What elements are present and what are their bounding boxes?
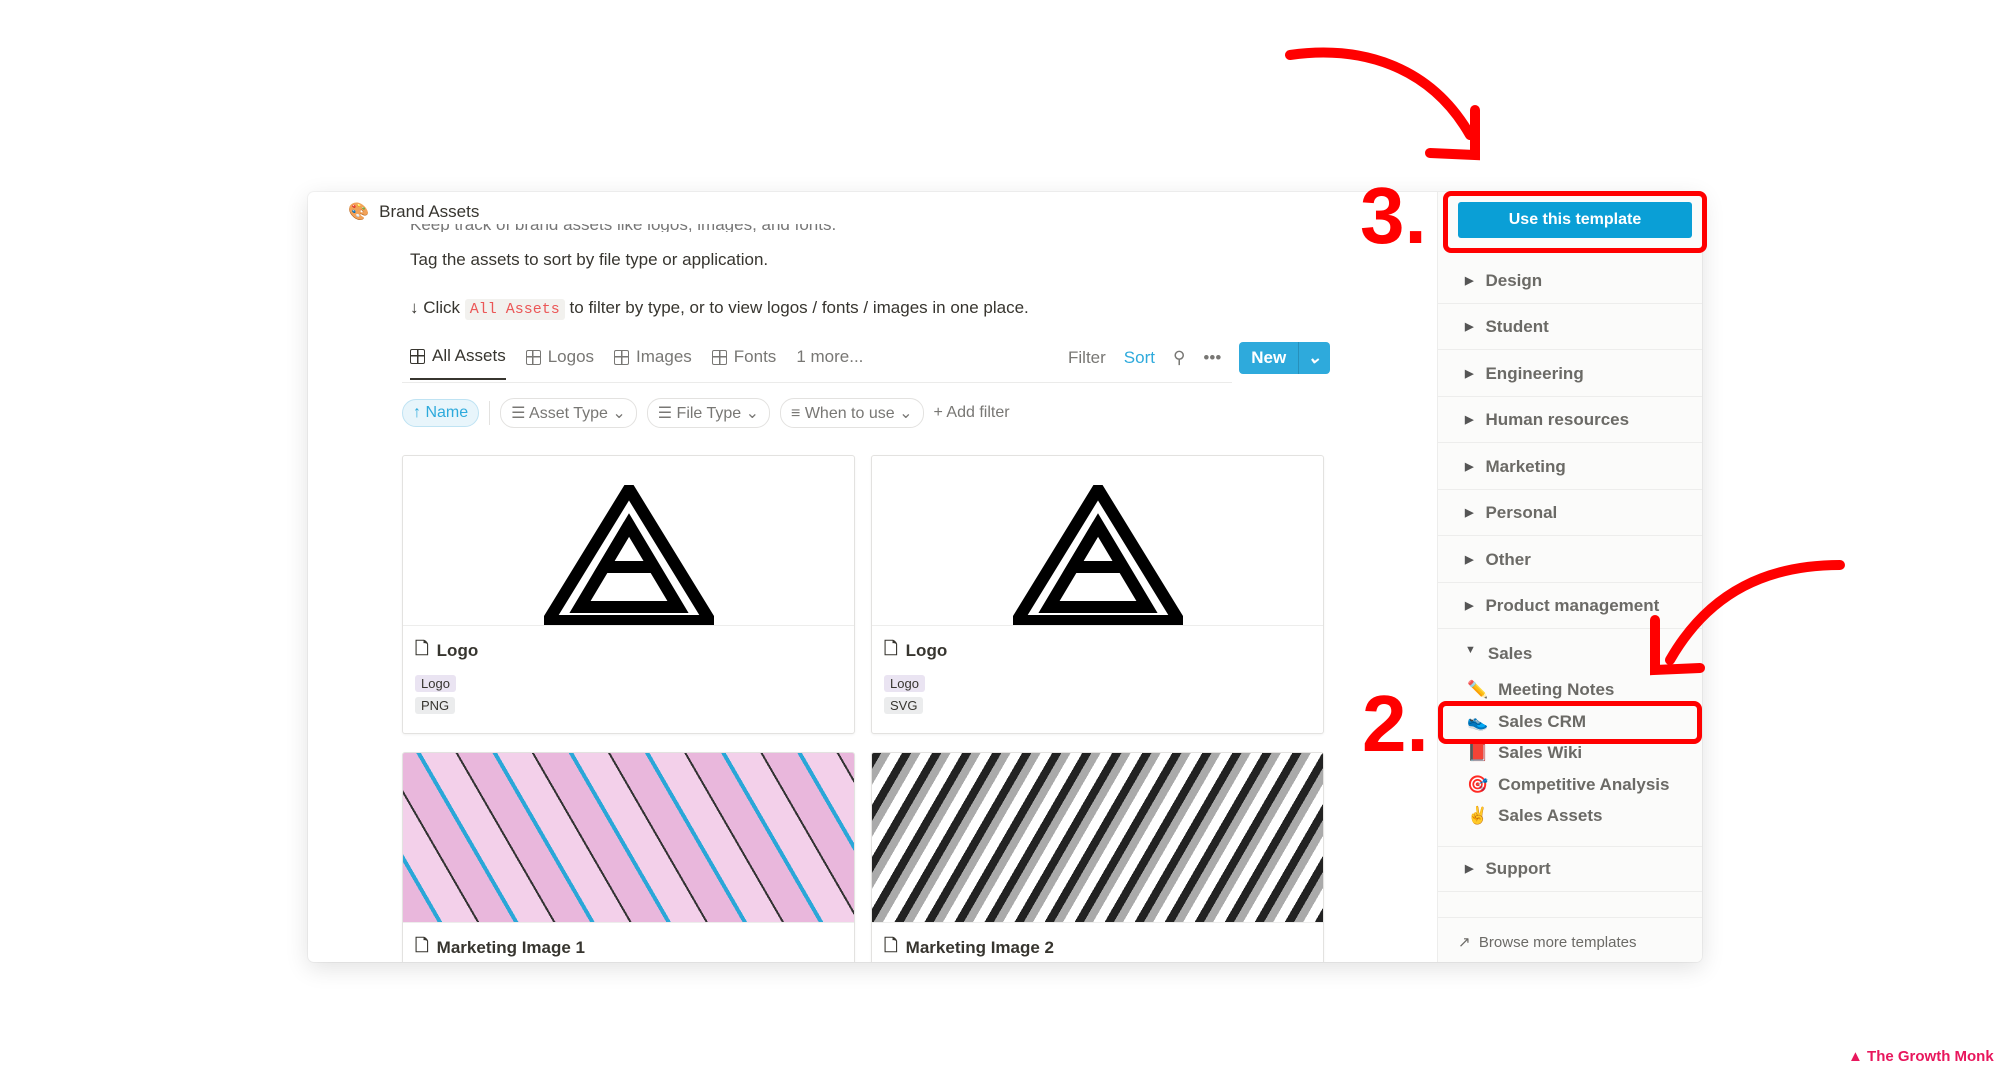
caret-right-icon: ▶ bbox=[1465, 507, 1474, 519]
page-icon: 🗋 bbox=[415, 639, 429, 658]
category-human-resources[interactable]: ▶ Human resources bbox=[1437, 397, 1702, 443]
browse-more-templates-link[interactable]: ↗ Browse more templates bbox=[1458, 933, 1636, 951]
page-header: 🎨 Brand Assets bbox=[348, 202, 479, 222]
tag: Logo bbox=[884, 675, 925, 692]
tab-fonts[interactable]: Fonts bbox=[711, 346, 776, 380]
table-icon bbox=[525, 349, 541, 365]
logo-image bbox=[403, 456, 854, 626]
page-icon: 🗋 bbox=[884, 639, 898, 658]
watermark-logo: ▲ The Growth Monk bbox=[1848, 1048, 1994, 1065]
new-button[interactable]: New ⌄ bbox=[1239, 342, 1330, 374]
search-icon[interactable]: ⚲ bbox=[1173, 348, 1185, 368]
book-icon: 📕 bbox=[1467, 743, 1489, 762]
filter-file-type[interactable]: ☰ File Type ⌄ bbox=[646, 398, 771, 428]
filter-button[interactable]: Filter bbox=[1068, 348, 1106, 368]
page-title: Brand Assets bbox=[379, 202, 480, 221]
chevron-down-icon[interactable]: ⌄ bbox=[1298, 342, 1329, 374]
gallery-card[interactable]: 🗋 Logo Logo SVG bbox=[871, 455, 1324, 734]
palette-icon: 🎨 bbox=[348, 202, 370, 221]
page-icon: 🗋 bbox=[415, 936, 429, 955]
sort-button[interactable]: Sort bbox=[1124, 348, 1155, 368]
caret-right-icon: ▶ bbox=[1465, 554, 1474, 566]
gallery-card[interactable]: 🗋 Marketing Image 2 bbox=[871, 752, 1324, 962]
sort-name-pill[interactable]: ↑ Name bbox=[402, 399, 480, 427]
victory-hand-icon: ✌️ bbox=[1467, 806, 1489, 825]
template-sales-assets[interactable]: ✌️ Sales Assets bbox=[1467, 806, 1602, 826]
view-tabs: All Assets Logos Images Fonts 1 more... bbox=[410, 346, 863, 380]
tag: PNG bbox=[415, 697, 456, 714]
table-icon bbox=[711, 349, 727, 365]
monk-icon: ▲ bbox=[1848, 1048, 1863, 1065]
target-icon: 🎯 bbox=[1467, 775, 1489, 794]
tag: Logo bbox=[415, 675, 456, 692]
annotation-box-3 bbox=[1443, 191, 1707, 253]
tab-all-assets[interactable]: All Assets bbox=[410, 346, 506, 380]
view-actions: Filter Sort ⚲ ••• New ⌄ bbox=[1068, 342, 1330, 374]
category-marketing[interactable]: ▶ Marketing bbox=[1437, 444, 1702, 490]
table-icon bbox=[614, 349, 630, 365]
template-meeting-notes[interactable]: ✏️ Meeting Notes bbox=[1467, 680, 1614, 700]
tabs-divider bbox=[402, 382, 1232, 383]
all-assets-code: All Assets bbox=[464, 299, 565, 320]
caret-right-icon: ▶ bbox=[1465, 321, 1474, 333]
page-icon: 🗋 bbox=[884, 936, 898, 955]
template-sales-wiki[interactable]: 📕 Sales Wiki bbox=[1467, 743, 1582, 763]
tag: SVG bbox=[884, 697, 924, 714]
gallery-card[interactable]: 🗋 Marketing Image 1 bbox=[402, 752, 855, 962]
tab-logos[interactable]: Logos bbox=[525, 346, 594, 380]
description-cut: Keep track of brand assets like logos, i… bbox=[410, 224, 836, 232]
annotation-step-2: 2. bbox=[1362, 679, 1429, 768]
more-icon[interactable]: ••• bbox=[1203, 348, 1221, 368]
template-competitive-analysis[interactable]: 🎯 Competitive Analysis bbox=[1467, 775, 1669, 795]
instruction: ↓ Click All Assets to filter by type, or… bbox=[410, 298, 1029, 320]
category-personal[interactable]: ▶ Personal bbox=[1437, 490, 1702, 536]
category-engineering[interactable]: ▶ Engineering bbox=[1437, 351, 1702, 397]
caret-down-icon: ▼ bbox=[1465, 644, 1476, 656]
caret-right-icon: ▶ bbox=[1465, 275, 1474, 287]
caret-right-icon: ▶ bbox=[1465, 414, 1474, 426]
filter-asset-type[interactable]: ☰ Asset Type ⌄ bbox=[500, 398, 637, 428]
annotation-arrow-right bbox=[1650, 560, 1845, 676]
marketing-image bbox=[403, 753, 854, 923]
divider bbox=[489, 401, 491, 425]
caret-right-icon: ▶ bbox=[1465, 461, 1474, 473]
logo-image bbox=[872, 456, 1323, 626]
annotation-box-2 bbox=[1438, 701, 1702, 744]
category-student[interactable]: ▶ Student bbox=[1437, 304, 1702, 350]
pencil-icon: ✏️ bbox=[1467, 680, 1489, 699]
add-filter-button[interactable]: + Add filter bbox=[934, 404, 1010, 422]
tab-images[interactable]: Images bbox=[614, 346, 692, 380]
caret-right-icon: ▶ bbox=[1465, 600, 1474, 612]
filter-when-to-use[interactable]: ≡ When to use ⌄ bbox=[780, 398, 924, 428]
category-support[interactable]: ▶ Support bbox=[1437, 846, 1702, 892]
annotation-arrow-top bbox=[1285, 47, 1480, 161]
category-design[interactable]: ▶ Design bbox=[1437, 258, 1702, 304]
tab-more[interactable]: 1 more... bbox=[796, 346, 863, 380]
marketing-image bbox=[872, 753, 1323, 923]
annotation-step-3: 3. bbox=[1360, 171, 1427, 260]
filter-bar: ↑ Name ☰ Asset Type ⌄ ☰ File Type ⌄ ≡ Wh… bbox=[402, 398, 1010, 428]
caret-right-icon: ▶ bbox=[1465, 368, 1474, 380]
description: Tag the assets to sort by file type or a… bbox=[410, 250, 769, 269]
caret-right-icon: ▶ bbox=[1465, 863, 1474, 875]
table-icon bbox=[410, 348, 425, 364]
gallery-card[interactable]: 🗋 Logo Logo PNG bbox=[402, 455, 855, 734]
